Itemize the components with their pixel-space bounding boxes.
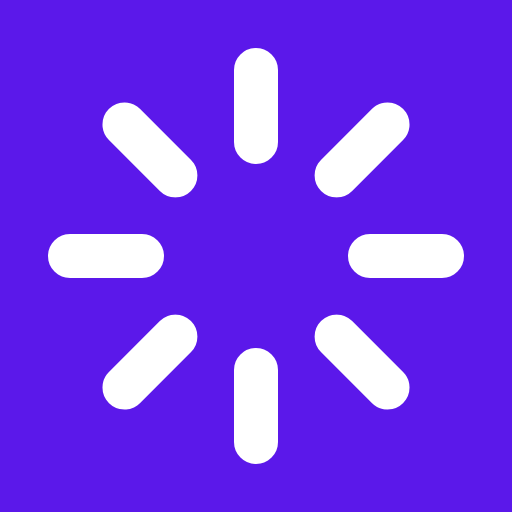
spinner-segment [48,234,164,278]
spinner-segment [234,48,278,164]
spinner-segment [348,234,464,278]
app-icon [0,0,512,512]
spinner-segment [234,348,278,464]
loading-spinner-icon [0,0,512,512]
